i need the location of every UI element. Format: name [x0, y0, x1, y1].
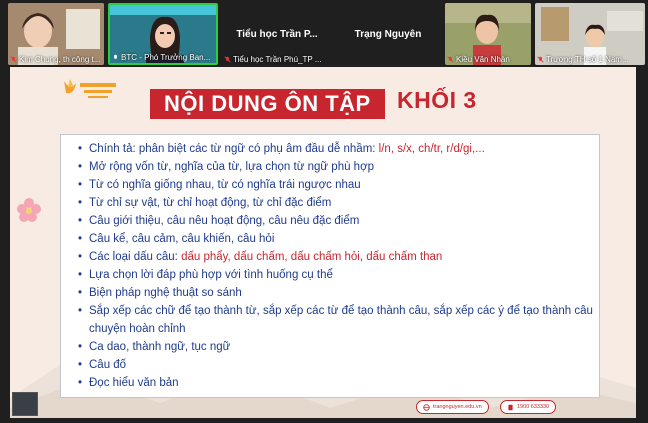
topic-item: Ca dao, thành ngữ, tục ngữ	[78, 338, 599, 356]
flower-icon	[17, 198, 41, 222]
participant-name: Tiểu học Trần Phú_TP ...	[224, 55, 322, 64]
topic-item: Từ có nghĩa giống nhau, từ có nghĩa trái…	[78, 176, 599, 194]
topic-text: Câu kể, câu cảm, câu khiến, câu hỏi	[89, 233, 275, 245]
footer-website-text: trangnguyen.edu.vn	[433, 404, 482, 410]
shared-slide: NỘI DUNG ÔN TẬP KHỐI 3 Chính tả: phân bi…	[10, 67, 636, 418]
self-view-thumbnail[interactable]	[12, 392, 38, 416]
participant-name: BTC - Phó Trưởng Ban...	[112, 53, 210, 62]
footer-phone-text: 1900 633330	[517, 404, 550, 410]
phone-icon	[508, 404, 513, 410]
topic-item: Câu kể, câu cảm, câu khiến, câu hỏi	[78, 230, 599, 248]
topic-item: Các loại dấu câu: dấu phẩy, dấu chấm, dấ…	[78, 248, 599, 266]
topic-list: Chính tả: phân biệt các từ ngữ có phụ âm…	[61, 135, 599, 392]
topic-item: Đọc hiểu văn bản	[78, 374, 599, 392]
topic-text: Từ chỉ sự vật, từ chỉ hoạt động, từ chỉ …	[89, 197, 332, 209]
topic-text: Chính tả: phân biệt các từ ngữ có phụ âm…	[89, 143, 379, 155]
participant-label: Trạng Nguyên	[354, 28, 422, 40]
globe-icon	[423, 403, 430, 411]
participant-tile-1[interactable]: Kim Chung, th công t...	[8, 3, 104, 65]
footer-phone: 1900 633330	[500, 400, 557, 414]
topic-text: Mở rộng vốn từ, nghĩa của từ, lựa chọn t…	[89, 161, 375, 173]
topic-highlight: l/n, s/x, ch/tr, r/d/gi,...	[378, 143, 485, 155]
participant-name: Kim Chung, th công t...	[10, 55, 100, 64]
topic-text: Đọc hiểu văn bản	[89, 377, 179, 389]
topic-text: Từ có nghĩa giống nhau, từ có nghĩa trái…	[89, 179, 361, 191]
topic-list-panel: Chính tả: phân biệt các từ ngữ có phụ âm…	[60, 134, 600, 398]
topic-item: Câu giới thiệu, câu nêu hoạt động, câu n…	[78, 212, 599, 230]
topic-item: Biện pháp nghệ thuật so sánh	[78, 284, 599, 302]
participant-name: Kiều Văn Nhàn	[447, 55, 510, 64]
topic-text: Câu đố	[89, 359, 127, 371]
topic-text: Các loại dấu câu:	[89, 251, 182, 263]
topic-item: Mở rộng vốn từ, nghĩa của từ, lựa chọn t…	[78, 158, 599, 176]
participant-tile-4[interactable]: Trạng Nguyên	[333, 3, 443, 65]
participant-tile-5[interactable]: Kiều Văn Nhàn	[445, 3, 531, 65]
footer-website: trangnguyen.edu.vn	[416, 400, 489, 414]
topic-item: Từ chỉ sự vật, từ chỉ hoạt động, từ chỉ …	[78, 194, 599, 212]
topic-text: Lựa chọn lời đáp phù hợp với tình huống …	[89, 269, 333, 281]
participant-strip: ✋ Kim Chung, th công t... BTC - Phó Trưở…	[0, 0, 648, 66]
slide-grade: KHỐI 3	[397, 87, 477, 113]
topic-item: Sắp xếp các chữ để tạo thành từ, sắp xếp…	[78, 302, 599, 338]
topic-item: Câu đố	[78, 356, 599, 374]
participant-tile-2-active[interactable]: BTC - Phó Trưởng Ban...	[108, 3, 218, 65]
topic-item: Lựa chọn lời đáp phù hợp với tình huống …	[78, 266, 599, 284]
topic-text: Ca dao, thành ngữ, tục ngữ	[89, 341, 231, 353]
participant-tile-6[interactable]: Trương TH số 1 Nam...	[535, 3, 645, 65]
topic-item: Chính tả: phân biệt các từ ngữ có phụ âm…	[78, 140, 599, 158]
slide-title-box: NỘI DUNG ÔN TẬP	[150, 89, 385, 119]
topic-text: Biện pháp nghệ thuật so sánh	[89, 287, 242, 299]
trang-nguyen-logo	[64, 79, 116, 98]
topic-text: Sắp xếp các chữ để tạo thành từ, sắp xếp…	[89, 305, 593, 335]
topic-highlight: dấu phẩy, dấu chấm, dấu chấm hỏi, dấu ch…	[181, 251, 443, 263]
participant-name: Trương TH số 1 Nam...	[537, 55, 629, 64]
topic-text: Câu giới thiệu, câu nêu hoạt động, câu n…	[89, 215, 360, 227]
participant-tile-3-caption-wrap: Tiểu học Trần Phú_TP ...	[222, 3, 332, 65]
slide-title: NỘI DUNG ÔN TẬP	[164, 91, 371, 116]
